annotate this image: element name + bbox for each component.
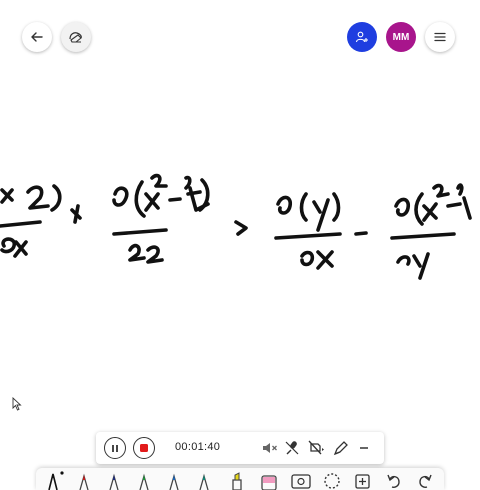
pen-settings-icon[interactable] [333,440,349,456]
minus-icon[interactable] [358,442,370,454]
tool-undo[interactable] [383,470,405,490]
handwritten-equation [0,173,472,280]
lasso-icon [324,473,340,489]
mic-off-icon[interactable] [285,440,299,456]
tool-image[interactable] [290,470,312,490]
drawing-tools-bar [36,468,444,490]
pen-red-icon [79,473,89,490]
eraser-icon [69,32,82,43]
tool-pen-green[interactable] [134,470,156,490]
tool-pen-red[interactable] [74,470,96,490]
tool-pen-black[interactable] [44,470,66,490]
arrow-left-icon [31,32,43,42]
tool-redo[interactable] [414,470,436,490]
pen-teal-icon [199,473,209,490]
tool-add-page[interactable] [352,470,374,490]
pause-icon [112,444,118,452]
share-button[interactable] [347,22,377,52]
pen-green-icon [139,473,149,490]
tool-eraser[interactable] [258,470,280,490]
plus-square-icon [355,474,370,489]
recording-timer: 00:01:40 [175,441,221,453]
tool-pen-teal[interactable] [194,470,216,490]
pen-blue-icon [169,473,179,490]
clear-eraser-button[interactable] [61,22,91,52]
user-initials: MM [392,31,410,43]
recording-toolbar: 00:01:40 [96,432,384,464]
image-icon [291,474,311,489]
whiteboard-canvas[interactable] [0,70,480,420]
pen-navy-icon [109,473,119,490]
stop-icon [140,444,148,452]
highlighter-icon [232,472,242,490]
tool-highlighter-yellow[interactable] [226,470,248,490]
tool-pen-navy[interactable] [104,470,126,490]
user-avatar[interactable]: MM [386,22,416,52]
eraser-tool-icon [261,475,277,490]
person-plus-icon [355,31,368,43]
speaker-muted-icon[interactable] [262,441,278,455]
pen-black-icon [48,471,64,490]
mouse-cursor-icon [12,397,22,411]
back-button[interactable] [22,22,52,52]
tool-pen-blue[interactable] [164,470,186,490]
tool-lasso-select[interactable] [321,470,343,490]
undo-icon [387,474,400,488]
camera-off-icon[interactable] [308,440,326,456]
stop-button[interactable] [133,437,155,459]
pause-button[interactable] [104,437,126,459]
menu-button[interactable] [425,22,455,52]
hamburger-menu-icon [434,32,446,42]
redo-icon [419,474,432,488]
